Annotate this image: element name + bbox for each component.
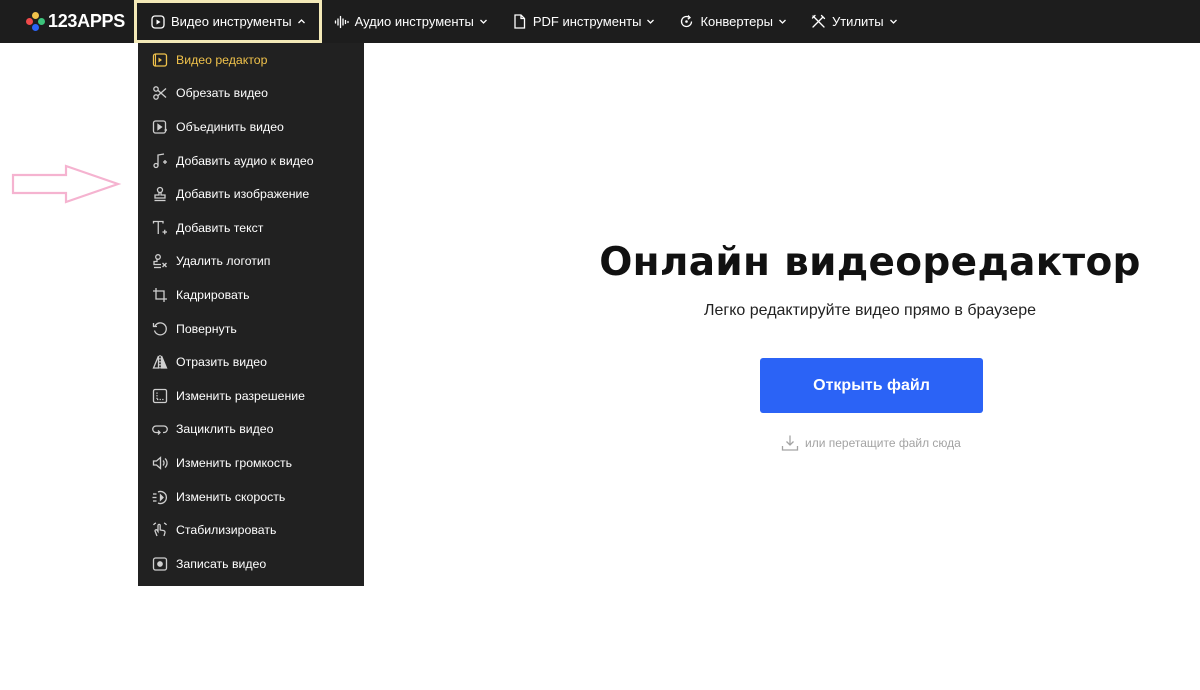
dropdown-item-label: Изменить разрешение — [176, 388, 305, 403]
nav-video-tools-label: Видео инструменты — [171, 14, 292, 29]
tools-icon — [811, 14, 826, 29]
volume-icon — [151, 454, 169, 472]
dropdown-item-label: Записать видео — [176, 556, 267, 571]
chevron-down-icon — [479, 17, 488, 26]
dropdown-item-rotate[interactable]: Повернуть — [138, 312, 364, 346]
dropdown-item-change-speed[interactable]: Изменить скорость — [138, 480, 364, 514]
dropdown-item-label: Изменить громкость — [176, 455, 293, 470]
dropdown-item-flip-video[interactable]: Отразить видео — [138, 345, 364, 379]
nav-utilities-label: Утилиты — [831, 14, 884, 29]
nav-video-tools[interactable]: Видео инструменты — [134, 0, 322, 43]
dropdown-item-label: Стабилизировать — [176, 523, 277, 538]
refresh-icon — [679, 14, 694, 29]
drop-zone-hint[interactable]: или перетащите файл сюда — [780, 433, 961, 453]
dropdown-item-label: Изменить скорость — [176, 489, 286, 504]
dropdown-item-label: Объединить видео — [176, 119, 284, 134]
dropdown-item-change-volume[interactable]: Изменить громкость — [138, 446, 364, 480]
dropdown-item-label: Обрезать видео — [176, 86, 268, 101]
open-file-button[interactable]: Открыть файл — [760, 358, 983, 413]
dropdown-item-loop-video[interactable]: Зациклить видео — [138, 413, 364, 447]
music-note-icon — [151, 152, 169, 170]
brand-name: 123APPS — [48, 11, 125, 31]
loop-icon — [151, 420, 169, 438]
dropdown-item-remove-logo[interactable]: Удалить логотип — [138, 245, 364, 279]
nav-pdf-tools[interactable]: PDF инструменты — [500, 0, 668, 43]
document-icon — [512, 14, 527, 29]
dropdown-item-add-text[interactable]: Добавить текст — [138, 211, 364, 245]
chevron-down-icon — [646, 17, 655, 26]
stabilize-icon — [151, 521, 169, 539]
page-subtitle: Легко редактируйте видео прямо в браузер… — [703, 302, 1036, 319]
page-title: Онлайн видеоредактор — [599, 240, 1141, 285]
dropdown-item-label: Повернуть — [176, 321, 237, 336]
dropdown-item-label: Добавить аудио к видео — [176, 153, 314, 168]
chevron-down-icon — [778, 17, 787, 26]
speed-icon — [151, 488, 169, 506]
dropdown-item-trim-video[interactable]: Обрезать видео — [138, 77, 364, 111]
flip-icon — [151, 353, 169, 371]
download-icon — [780, 433, 800, 453]
dropdown-item-stabilize[interactable]: Стабилизировать — [138, 513, 364, 547]
dropdown-item-label: Зациклить видео — [176, 422, 274, 437]
dropdown-item-label: Видео редактор — [176, 52, 268, 67]
drop-hint-text: или перетащите файл сюда — [805, 436, 961, 450]
video-tools-dropdown-menu: Видео редактор Обрезать видео Объединить… — [138, 43, 364, 586]
rotate-icon — [151, 320, 169, 338]
crop-icon — [151, 286, 169, 304]
dropdown-item-merge-video[interactable]: Объединить видео — [138, 110, 364, 144]
scissors-icon — [151, 84, 169, 102]
logo-dots-icon — [26, 11, 46, 32]
top-navigation-bar: 123APPS Видео инструменты Аудио инструме… — [0, 0, 1200, 43]
dropdown-item-label: Кадрировать — [176, 287, 250, 302]
dropdown-item-record-video[interactable]: Записать видео — [138, 547, 364, 581]
dropdown-item-change-resolution[interactable]: Изменить разрешение — [138, 379, 364, 413]
dropdown-item-crop[interactable]: Кадрировать — [138, 278, 364, 312]
resolution-icon — [151, 387, 169, 405]
dropdown-item-label: Отразить видео — [176, 355, 267, 370]
nav-converters[interactable]: Конвертеры — [667, 0, 799, 43]
nav-audio-tools[interactable]: Аудио инструменты — [322, 0, 500, 43]
nav-audio-tools-label: Аудио инструменты — [354, 14, 474, 29]
dropdown-item-label: Добавить текст — [176, 220, 264, 235]
dropdown-item-video-editor[interactable]: Видео редактор — [138, 43, 364, 77]
dropdown-item-label: Удалить логотип — [176, 254, 271, 269]
nav-pdf-tools-label: PDF инструменты — [532, 14, 642, 29]
brand-logo[interactable]: 123APPS — [26, 0, 134, 43]
chevron-down-icon — [889, 17, 898, 26]
nav-utilities[interactable]: Утилиты — [799, 0, 910, 43]
merge-video-icon — [151, 118, 169, 136]
stamp-icon — [151, 185, 169, 203]
remove-logo-icon — [151, 252, 169, 270]
play-box-icon — [150, 14, 165, 29]
dropdown-item-label: Добавить изображение — [176, 187, 310, 202]
pointing-arrow-icon — [11, 164, 122, 204]
dropdown-item-add-audio[interactable]: Добавить аудио к видео — [138, 144, 364, 178]
chevron-up-icon — [297, 17, 306, 26]
video-edit-icon — [151, 51, 169, 69]
waveform-icon — [334, 14, 349, 29]
nav-converters-label: Конвертеры — [700, 14, 773, 29]
record-icon — [151, 555, 169, 573]
dropdown-item-add-image[interactable]: Добавить изображение — [138, 177, 364, 211]
text-add-icon — [151, 219, 169, 237]
